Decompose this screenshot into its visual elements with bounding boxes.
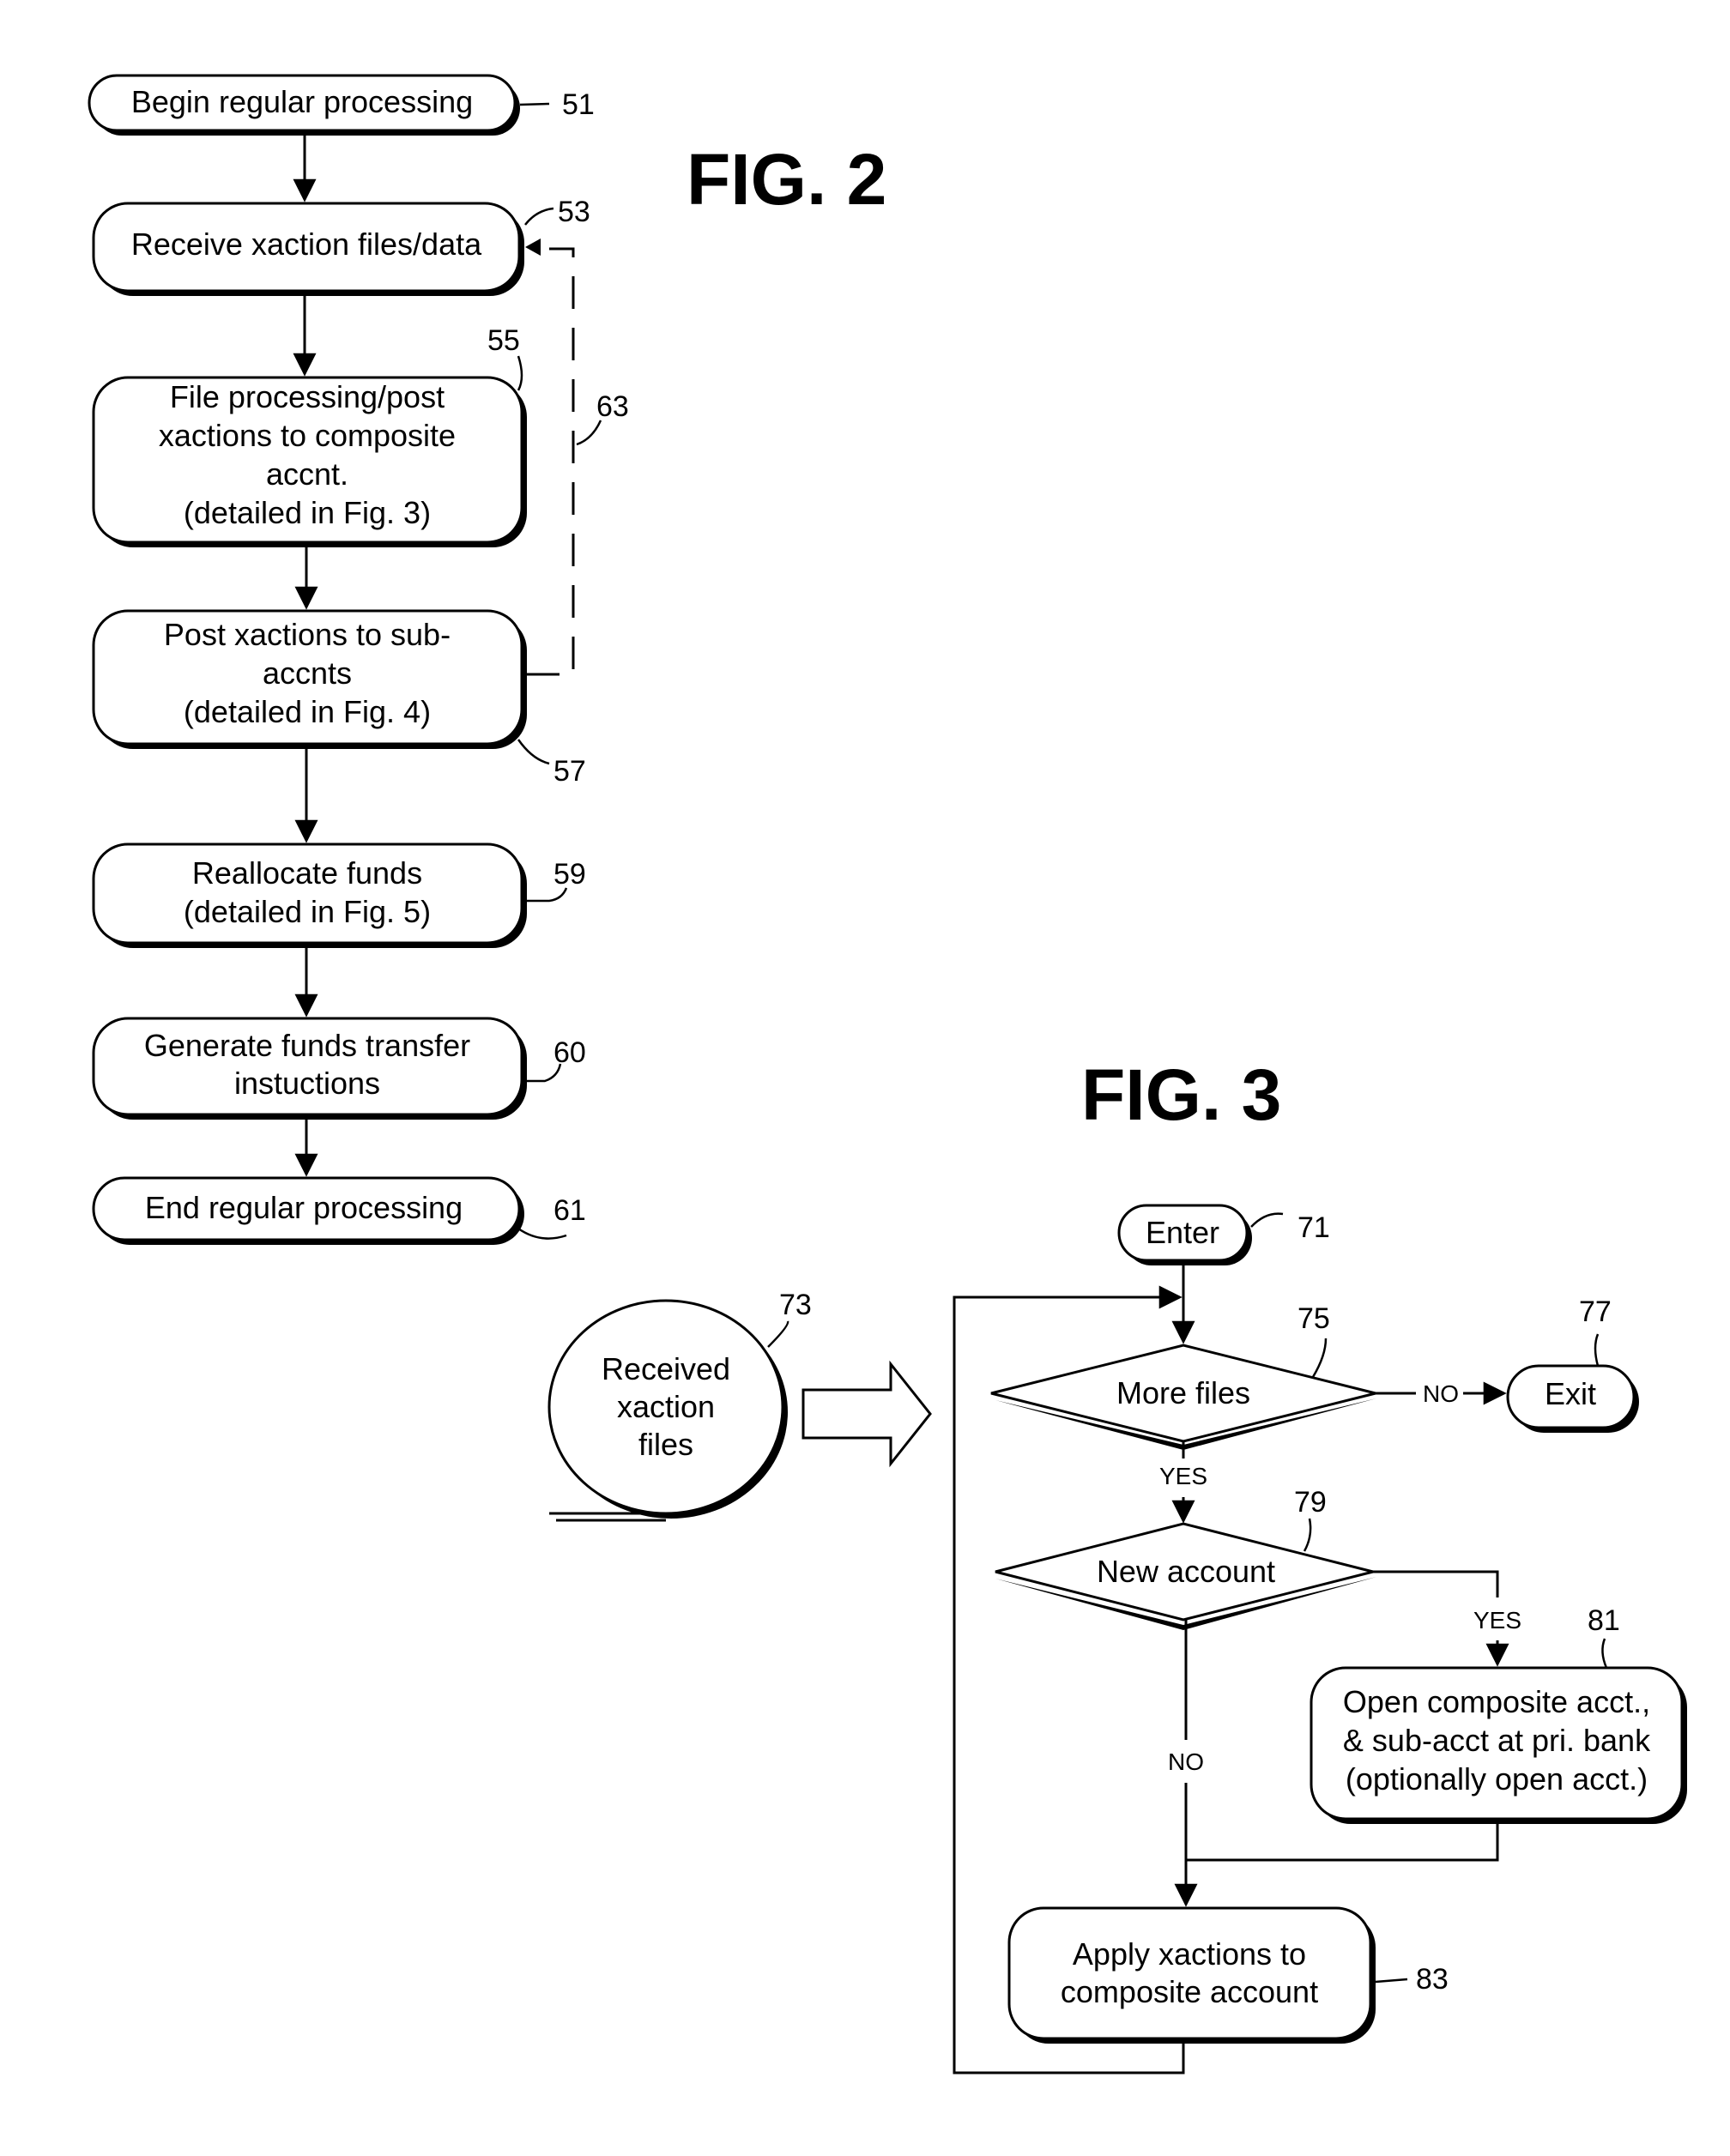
no-label: NO xyxy=(1423,1380,1459,1407)
ref-81: 81 xyxy=(1588,1604,1620,1637)
step-label-line: accnts xyxy=(263,655,352,691)
fig2-step-post-subaccounts: Post xactions to sub- accnts (detailed i… xyxy=(92,609,586,788)
step-label-line: xactions to composite xyxy=(159,418,456,453)
no-label-79: NO xyxy=(1168,1748,1204,1775)
apply-line: Apply xactions to xyxy=(1073,1936,1306,1972)
loop-63-dashed xyxy=(527,247,575,676)
decision-label: New account xyxy=(1097,1554,1275,1589)
decision-label: More files xyxy=(1116,1375,1250,1410)
step-label: Receive xaction files/data xyxy=(131,226,482,262)
exit-label: Exit xyxy=(1545,1376,1596,1411)
open-account-line: (optionally open acct.) xyxy=(1346,1761,1648,1797)
patent-figure-sheet: FIG. 2 Begin regular processing 51 Recei… xyxy=(88,74,1687,2074)
block-arrow-icon xyxy=(801,1360,932,1468)
fig2-step-reallocate: Reallocate funds (detailed in Fig. 5) 59 xyxy=(92,842,586,948)
ref-71: 71 xyxy=(1298,1211,1330,1244)
fig3-exit: Exit 77 xyxy=(1506,1295,1639,1433)
fig3-received-files: Received xaction files 73 xyxy=(547,1289,812,1522)
yes-branch-81 xyxy=(1373,1570,1499,1597)
ref-60: 60 xyxy=(553,1036,586,1069)
join-line xyxy=(1186,1819,1499,1862)
ref-51: 51 xyxy=(562,88,595,121)
ref-77: 77 xyxy=(1579,1295,1612,1328)
yes-label-81: YES xyxy=(1473,1607,1521,1634)
step-label-line: (detailed in Fig. 5) xyxy=(184,894,431,929)
step-label-line: (detailed in Fig. 3) xyxy=(184,495,431,530)
apply-line: composite account xyxy=(1061,1974,1318,2009)
loop-63-arrowhead xyxy=(525,239,541,256)
step-label-line: Post xactions to sub- xyxy=(164,617,451,652)
ref-55: 55 xyxy=(487,324,520,357)
open-account-line: Open composite acct., xyxy=(1343,1684,1650,1719)
fig3-open-account: Open composite acct., & sub-acct at pri.… xyxy=(1310,1604,1687,1824)
ref-61: 61 xyxy=(553,1194,586,1227)
enter-label: Enter xyxy=(1146,1215,1219,1250)
step-label-line: File processing/post xyxy=(170,379,445,414)
ref-83: 83 xyxy=(1416,1963,1449,1996)
fig2-title: FIG. 2 xyxy=(687,139,886,220)
fig3-title: FIG. 3 xyxy=(1081,1054,1281,1135)
step-label-line: instuctions xyxy=(234,1066,380,1101)
step-label: Begin regular processing xyxy=(131,84,473,119)
ref-75: 75 xyxy=(1298,1302,1330,1335)
ref-57: 57 xyxy=(553,755,586,788)
ref-59: 59 xyxy=(553,858,586,891)
step-label-line: Reallocate funds xyxy=(192,855,422,891)
input-label-line: Received xyxy=(602,1351,730,1386)
ref-63: 63 xyxy=(596,390,629,423)
open-account-line: & sub-acct at pri. bank xyxy=(1343,1723,1651,1758)
step-label-line: Generate funds transfer xyxy=(144,1028,470,1063)
ref-73: 73 xyxy=(779,1289,812,1321)
fig2-step-end: End regular processing 61 xyxy=(92,1176,586,1245)
fig2-step-generate-transfers: Generate funds transfer instuctions 60 xyxy=(92,1017,586,1120)
fig2-step-begin: Begin regular processing 51 xyxy=(88,74,595,136)
fig2: FIG. 2 Begin regular processing 51 Recei… xyxy=(88,74,886,1245)
fig3-new-account-decision: New account 79 xyxy=(995,1486,1376,1630)
fig3-apply-xactions: Apply xactions to composite account 83 xyxy=(1007,1906,1449,2044)
input-label-line: files xyxy=(638,1427,693,1462)
step-label: End regular processing xyxy=(145,1190,463,1225)
yes-label: YES xyxy=(1159,1463,1207,1489)
fig3: FIG. 3 Enter 71 Received xaction files 7… xyxy=(547,1054,1687,2074)
step-label-line: accnt. xyxy=(266,456,348,492)
step-label-line: (detailed in Fig. 4) xyxy=(184,694,431,729)
ref-79: 79 xyxy=(1294,1486,1327,1519)
fig3-enter: Enter 71 xyxy=(1117,1204,1330,1265)
input-label-line: xaction xyxy=(617,1389,715,1424)
fig2-step-receive: Receive xaction files/data 53 xyxy=(92,196,590,296)
fig2-step-file-processing: File processing/post xactions to composi… xyxy=(92,324,527,547)
ref-53: 53 xyxy=(558,196,590,228)
